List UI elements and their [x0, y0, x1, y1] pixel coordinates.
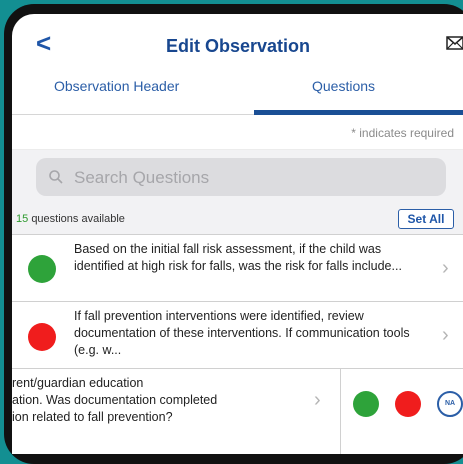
chevron-right-icon: ›	[442, 257, 449, 279]
search-area: Search Questions	[12, 150, 463, 206]
questions-count-label: questions available	[31, 213, 125, 225]
required-row: * indicates required	[12, 117, 463, 150]
question-row[interactable]: Based on the initial fall risk assessmen…	[12, 234, 463, 301]
question-row[interactable]: If fall prevention interventions were id…	[12, 301, 463, 368]
questions-count: 15 questions available	[16, 213, 125, 225]
questions-count-number: 15	[16, 213, 29, 225]
answer-no-button[interactable]	[395, 391, 421, 417]
mail-icon[interactable]	[446, 36, 463, 50]
page-title: Edit Observation	[165, 36, 311, 56]
question-text-line: rent/guardian education	[12, 376, 144, 390]
app-screen: < Edit Observation Observation Header Qu…	[12, 14, 463, 454]
question-row-swiped[interactable]: rent/guardian education ation. Was docum…	[12, 368, 463, 454]
answer-yes-button[interactable]	[353, 391, 379, 417]
question-text: Based on the initial fall risk assessmen…	[74, 242, 402, 273]
search-placeholder: Search Questions	[74, 168, 210, 187]
chevron-right-icon: ›	[314, 389, 321, 411]
question-text-line: ation. Was documentation completed	[12, 393, 218, 407]
status-red-indicator	[28, 323, 56, 351]
question-text: If fall prevention interventions were id…	[74, 309, 410, 357]
count-row: 15 questions available Set All	[12, 206, 463, 234]
required-note: * indicates required	[351, 126, 454, 140]
tab-observation-header[interactable]: Observation Header	[54, 78, 179, 94]
tab-selected-indicator	[254, 110, 463, 115]
search-icon	[49, 170, 63, 184]
tab-questions[interactable]: Questions	[312, 78, 375, 94]
set-all-button[interactable]: Set All	[398, 209, 454, 229]
tab-bar: Observation Header Questions	[12, 72, 463, 118]
answer-na-button[interactable]: NA	[437, 391, 463, 417]
chevron-right-icon: ›	[442, 324, 449, 346]
nav-bar: < Edit Observation	[12, 14, 463, 72]
quick-answer-panel: NA	[340, 369, 463, 454]
question-text-line: ion related to fall prevention?	[12, 410, 173, 424]
status-green-indicator	[28, 255, 56, 283]
question-text: rent/guardian education ation. Was docum…	[12, 375, 302, 426]
search-input[interactable]: Search Questions	[36, 158, 446, 196]
